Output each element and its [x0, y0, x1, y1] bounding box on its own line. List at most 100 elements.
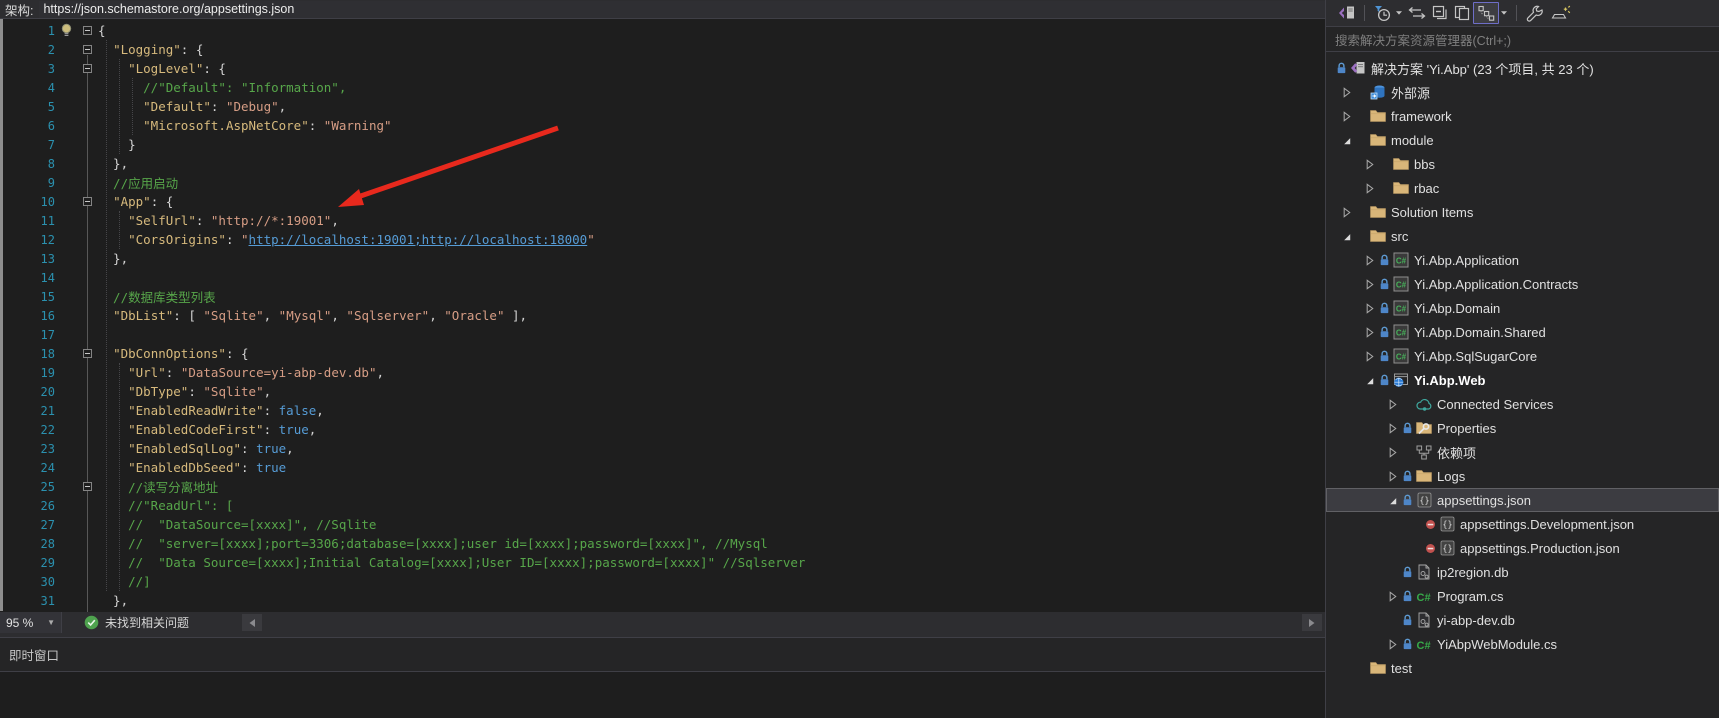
tree-item-program.cs[interactable]: C#Program.cs [1326, 584, 1719, 608]
sparkle-icon[interactable] [1547, 2, 1574, 24]
expander-open-icon[interactable] [1385, 494, 1400, 507]
expander-closed-icon[interactable] [1362, 158, 1377, 171]
tree-item-yi.abp.application.contracts[interactable]: C#Yi.Abp.Application.Contracts [1326, 272, 1719, 296]
code-line[interactable]: 20 "DbType": "Sqlite", [0, 382, 1325, 401]
immediate-window-content[interactable] [0, 672, 1325, 718]
code-line[interactable]: 18 "DbConnOptions": { [0, 344, 1325, 363]
expander-closed-icon[interactable] [1339, 206, 1354, 219]
code-line[interactable]: 27 // "DataSource=[xxxx]", //Sqlite [0, 515, 1325, 534]
code-editor[interactable]: 1{2 "Logging": {3 "LogLevel": {4 //"Defa… [0, 19, 1325, 612]
tree-item-src[interactable]: src [1326, 224, 1719, 248]
code-line[interactable]: 4 //"Default": "Information", [0, 78, 1325, 97]
code-line[interactable]: 28 // "server=[xxxx];port=3306;database=… [0, 534, 1325, 553]
tree-item-yi.abp.application[interactable]: C#Yi.Abp.Application [1326, 248, 1719, 272]
code-line[interactable]: 29 // "Data Source=[xxxx];Initial Catalo… [0, 553, 1325, 572]
tree-item-appsettings.production.json[interactable]: {}appsettings.Production.json [1326, 536, 1719, 560]
code-line[interactable]: 2 "Logging": { [0, 40, 1325, 59]
url-link[interactable]: http://localhost:19001;http://localhost:… [249, 232, 588, 247]
expander-closed-icon[interactable] [1362, 302, 1377, 315]
expander-closed-icon[interactable] [1385, 470, 1400, 483]
code-line[interactable]: 13 }, [0, 249, 1325, 268]
tree-item-appsettings.development.json[interactable]: {}appsettings.Development.json [1326, 512, 1719, 536]
expander-closed-icon[interactable] [1362, 182, 1377, 195]
zoom-level-dropdown[interactable]: 95 % ▼ [0, 612, 62, 633]
fold-collapse-box[interactable] [77, 26, 98, 35]
expander-closed-icon[interactable] [1385, 398, 1400, 411]
tree-item-yi.abp.web[interactable]: Yi.Abp.Web [1326, 368, 1719, 392]
code-line[interactable]: 9 //应用启动 [0, 173, 1325, 192]
schema-url-combobox[interactable]: https://json.schemastore.org/appsettings… [39, 1, 1325, 18]
scroll-right-icon[interactable] [1302, 614, 1322, 631]
expander-closed-icon[interactable] [1362, 326, 1377, 339]
expander-closed-icon[interactable] [1385, 446, 1400, 459]
code-line[interactable]: 1{ [0, 21, 1325, 40]
code-line[interactable]: 25 //读写分离地址 [0, 477, 1325, 496]
tree-item-yi-abp-dev.db[interactable]: yi-abp-dev.db [1326, 608, 1719, 632]
expander-open-icon[interactable] [1339, 134, 1354, 147]
tree-item-yiabpwebmodule.cs[interactable]: C#YiAbpWebModule.cs [1326, 632, 1719, 656]
tree-item-外部源[interactable]: 外部源 [1326, 80, 1719, 104]
tree-item-connected-services[interactable]: Connected Services [1326, 392, 1719, 416]
fold-collapse-box[interactable] [77, 349, 98, 358]
expander-closed-icon[interactable] [1385, 590, 1400, 603]
collapse-all-icon[interactable] [1429, 2, 1451, 24]
code-line[interactable]: 19 "Url": "DataSource=yi-abp-dev.db", [0, 363, 1325, 382]
code-line[interactable]: 22 "EnabledCodeFirst": true, [0, 420, 1325, 439]
code-line[interactable]: 31 }, [0, 591, 1325, 610]
tree-item-解决方案-yi.abp-23-个项目-共-23-个-[interactable]: 解决方案 'Yi.Abp' (23 个项目, 共 23 个) [1326, 56, 1719, 80]
tree-item-framework[interactable]: framework [1326, 104, 1719, 128]
expander-closed-icon[interactable] [1385, 422, 1400, 435]
code-line[interactable]: 15 //数据库类型列表 [0, 287, 1325, 306]
tree-item-yi.abp.domain[interactable]: C#Yi.Abp.Domain [1326, 296, 1719, 320]
fold-collapse-box[interactable] [77, 482, 98, 491]
tree-item-rbac[interactable]: rbac [1326, 176, 1719, 200]
code-line[interactable]: 30 //] [0, 572, 1325, 591]
tree-item-test[interactable]: test [1326, 656, 1719, 680]
properties-icon[interactable] [1523, 2, 1547, 24]
expander-closed-icon[interactable] [1339, 110, 1354, 123]
chevron-down-icon[interactable] [1395, 10, 1403, 16]
tree-item-ip2region.db[interactable]: ip2region.db [1326, 560, 1719, 584]
code-line[interactable]: 10 "App": { [0, 192, 1325, 211]
expander-closed-icon[interactable] [1339, 86, 1354, 99]
code-line[interactable]: 7 } [0, 135, 1325, 154]
scroll-left-icon[interactable] [242, 614, 262, 631]
tree-item-依赖项[interactable]: 依赖项 [1326, 440, 1719, 464]
code-line[interactable]: 23 "EnabledSqlLog": true, [0, 439, 1325, 458]
expander-closed-icon[interactable] [1362, 278, 1377, 291]
tree-item-logs[interactable]: Logs [1326, 464, 1719, 488]
code-line[interactable]: 6 "Microsoft.AspNetCore": "Warning" [0, 116, 1325, 135]
tree-item-properties[interactable]: Properties [1326, 416, 1719, 440]
tree-item-yi.abp.domain.shared[interactable]: C#Yi.Abp.Domain.Shared [1326, 320, 1719, 344]
code-line[interactable]: 26 //"ReadUrl": [ [0, 496, 1325, 515]
code-line[interactable]: 16 "DbList": [ "Sqlite", "Mysql", "Sqlse… [0, 306, 1325, 325]
code-line[interactable]: 24 "EnabledDbSeed": true [0, 458, 1325, 477]
fold-collapse-box[interactable] [77, 197, 98, 206]
tree-item-bbs[interactable]: bbs [1326, 152, 1719, 176]
expander-open-icon[interactable] [1339, 230, 1354, 243]
expander-open-icon[interactable] [1362, 374, 1377, 387]
chevron-down-icon[interactable] [1500, 10, 1508, 16]
solution-explorer-search-input[interactable]: 搜索解决方案资源管理器(Ctrl+;) [1326, 27, 1719, 52]
code-line[interactable]: 8 }, [0, 154, 1325, 173]
fold-collapse-box[interactable] [77, 45, 98, 54]
code-line[interactable]: 12 "CorsOrigins": "http://localhost:1900… [0, 230, 1325, 249]
code-line[interactable]: 5 "Default": "Debug", [0, 97, 1325, 116]
sync-with-active-document-icon[interactable] [1405, 2, 1429, 24]
file-nesting-icon[interactable] [1473, 2, 1499, 24]
code-line[interactable]: 17 [0, 325, 1325, 344]
horizontal-scrollbar[interactable] [242, 614, 1322, 631]
code-line[interactable]: 14 [0, 268, 1325, 287]
preview-selected-items-icon[interactable] [1451, 2, 1473, 24]
tree-item-solution-items[interactable]: Solution Items [1326, 200, 1719, 224]
tree-item-appsettings.json[interactable]: {}appsettings.json [1326, 488, 1719, 512]
pending-changes-filter-icon[interactable] [1371, 2, 1394, 24]
code-line[interactable]: 11 "SelfUrl": "http://*:19001", [0, 211, 1325, 230]
expander-closed-icon[interactable] [1362, 350, 1377, 363]
code-line[interactable]: 21 "EnabledReadWrite": false, [0, 401, 1325, 420]
switch-views-icon[interactable] [1334, 2, 1358, 24]
expander-closed-icon[interactable] [1362, 254, 1377, 267]
fold-collapse-box[interactable] [77, 64, 98, 73]
tree-item-yi.abp.sqlsugarcore[interactable]: C#Yi.Abp.SqlSugarCore [1326, 344, 1719, 368]
code-line[interactable]: 3 "LogLevel": { [0, 59, 1325, 78]
